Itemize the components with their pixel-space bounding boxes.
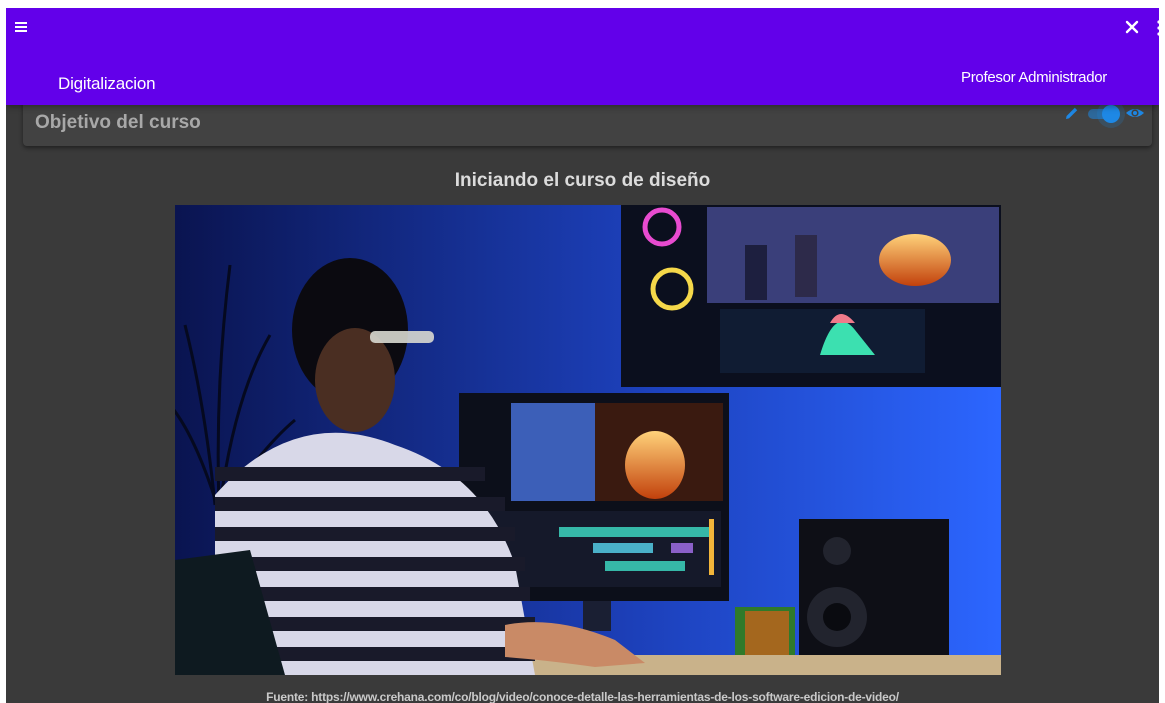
- app-title: Digitalizacion: [58, 74, 156, 93]
- app-window: Digitalizacion Profesor Administrador Ob…: [6, 8, 1159, 703]
- menu-icon[interactable]: [12, 18, 36, 38]
- course-image: [175, 205, 1001, 675]
- content-heading: Iniciando el curso de diseño: [454, 170, 711, 191]
- edit-icon[interactable]: [1064, 105, 1080, 121]
- card-title: Objetivo del curso: [35, 112, 201, 133]
- app-bar: Digitalizacion Profesor Administrador: [6, 8, 1159, 105]
- visibility-toggle[interactable]: [1086, 105, 1120, 123]
- eye-icon[interactable]: [1124, 102, 1146, 124]
- video-editor-illustration: [175, 205, 1001, 675]
- course-objective-card: Objetivo del curso: [23, 98, 1152, 146]
- toggle-thumb: [1102, 105, 1120, 123]
- image-source-caption: Fuente: https://www.crehana.com/co/blog/…: [266, 690, 899, 703]
- more-vert-icon[interactable]: [1156, 19, 1159, 39]
- close-icon[interactable]: [1121, 16, 1143, 38]
- user-name[interactable]: Profesor Administrador: [961, 69, 1107, 86]
